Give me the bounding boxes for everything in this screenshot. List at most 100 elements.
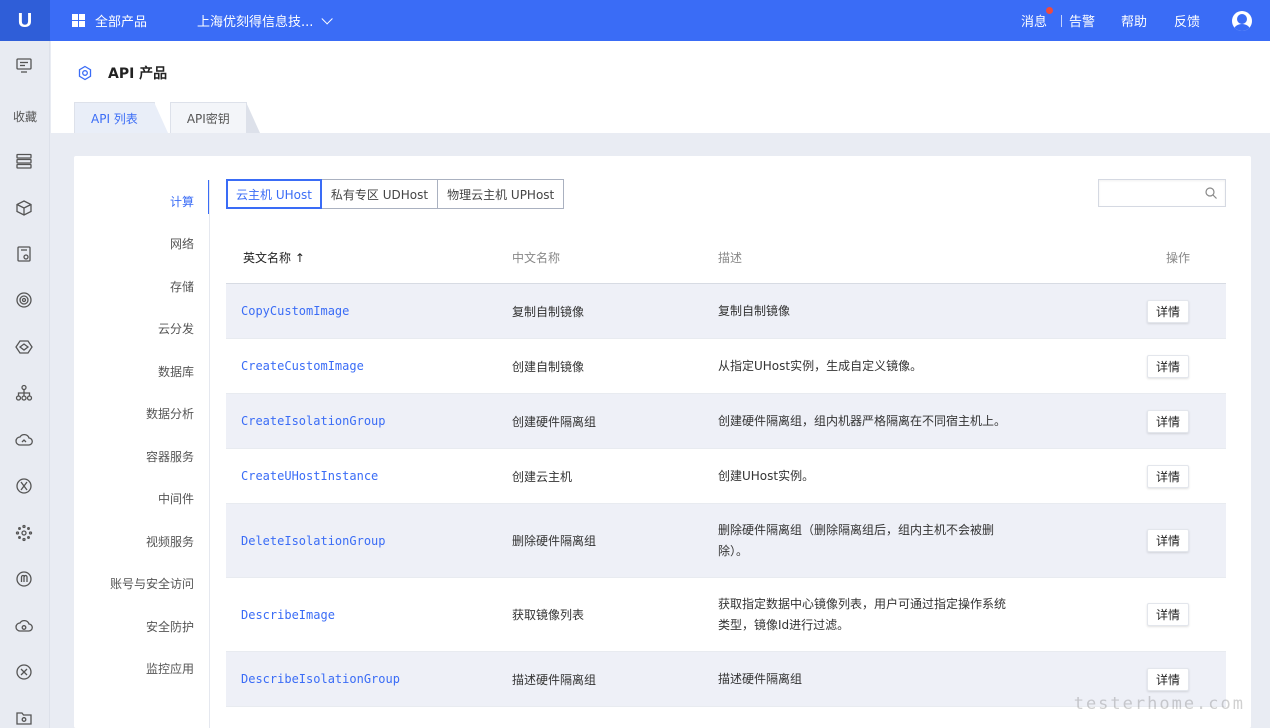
category-item[interactable]: 容器服务 — [74, 435, 210, 478]
api-cn-name: 描述硬件隔离组 — [512, 672, 597, 687]
action-cell: 详情 — [1026, 354, 1226, 378]
brand-logo[interactable]: U — [15, 10, 35, 32]
search-icon[interactable] — [1205, 187, 1217, 199]
category-item[interactable]: 监控应用 — [74, 648, 210, 691]
api-en-name-link[interactable]: DeleteIsolationGroup — [226, 534, 512, 548]
api-cn-name: 创建硬件隔离组 — [512, 414, 597, 429]
box-icon[interactable] — [15, 199, 33, 217]
category-item[interactable]: 存储 — [74, 265, 210, 308]
api-en-name-link[interactable]: CreateCustomImage — [226, 359, 512, 373]
header-cn-name: 中文名称 — [512, 251, 561, 265]
product-filters: 云主机 UHost 私有专区 UDHost 物理云主机 UPHost — [226, 179, 565, 209]
table-row: DescribeImage 获取镜像列表 获取指定数据中心镜像列表，用户可通过指定操… — [226, 578, 1226, 652]
table-row: CreateIsolationGroup 创建硬件隔离组 创建硬件隔离组，组内机器严… — [226, 394, 1226, 449]
monitor-icon[interactable] — [15, 56, 33, 74]
category-item[interactable]: 数据分析 — [74, 393, 210, 436]
cluster-icon[interactable] — [15, 524, 33, 542]
api-cn-name: 创建自制镜像 — [512, 359, 585, 374]
page-header: API 产品 API 列表 API密钥 — [51, 41, 1270, 133]
detail-button[interactable]: 详情 — [1146, 409, 1189, 433]
detail-button[interactable]: 详情 — [1146, 299, 1189, 323]
category-item[interactable]: 中间件 — [74, 478, 210, 521]
server-stack-icon[interactable] — [15, 152, 33, 170]
company-selector[interactable]: 上海优刻得信息技... — [197, 11, 334, 30]
detail-button[interactable]: 详情 — [1146, 464, 1189, 488]
company-name: 上海优刻得信息技... — [197, 15, 314, 30]
page-title: API 产品 — [108, 66, 168, 82]
filter-uhost[interactable]: 云主机 UHost — [226, 179, 322, 209]
action-cell: 详情 — [1026, 299, 1226, 323]
messages-label: 消息 — [1020, 15, 1047, 30]
category-item[interactable]: 数据库 — [74, 350, 210, 393]
grid-icon — [72, 14, 85, 27]
top-navigation-bar: U 全部产品 上海优刻得信息技... 消息 告警 帮助 反馈 — [0, 0, 1270, 41]
api-description: 描述硬件隔离组 — [718, 671, 803, 686]
search-input[interactable] — [1098, 179, 1226, 207]
category-item[interactable]: 网络 — [74, 223, 210, 266]
api-en-name-link[interactable]: CreateIsolationGroup — [226, 414, 512, 428]
favorites-label[interactable]: 收藏 — [0, 108, 50, 125]
all-products-menu[interactable]: 全部产品 — [72, 11, 147, 30]
category-item[interactable]: 云分发 — [74, 308, 210, 351]
tab-api-list[interactable]: API 列表 — [74, 102, 168, 133]
filter-udhost[interactable]: 私有专区 UDHost — [320, 179, 439, 209]
detail-button[interactable]: 详情 — [1146, 354, 1189, 378]
table-row: DeleteIsolationGroup 删除硬件隔离组 删除硬件隔离组（删除隔离组… — [226, 504, 1226, 578]
folder-icon[interactable] — [15, 709, 33, 727]
feedback-link[interactable]: 反馈 — [1174, 11, 1200, 30]
help-link[interactable]: 帮助 — [1121, 11, 1147, 30]
chevron-down-icon — [321, 12, 334, 25]
detail-button[interactable]: 详情 — [1146, 529, 1189, 552]
category-item[interactable]: 计算 — [74, 180, 210, 223]
header-action: 操作 — [1165, 251, 1190, 265]
user-avatar-icon[interactable] — [1232, 10, 1252, 31]
network-icon[interactable] — [15, 338, 33, 356]
header-desc: 描述 — [718, 251, 743, 265]
storage-icon[interactable] — [15, 245, 33, 263]
table-row: CopyCustomImage 复制自制镜像 复制自制镜像 详情 — [226, 284, 1226, 339]
table-header: 英文名称 ↑ 中文名称 描述 操作 — [226, 232, 1226, 284]
filter-uphost[interactable]: 物理云主机 UPHost — [437, 179, 565, 209]
api-en-name-link[interactable]: DescribeIsolationGroup — [226, 672, 512, 686]
middleware-icon[interactable] — [15, 477, 33, 495]
table-row: CreateUHostInstance 创建云主机 创建UHost实例。 详情 — [226, 449, 1226, 504]
target-icon[interactable] — [15, 291, 33, 309]
category-item[interactable]: 视频服务 — [74, 520, 210, 563]
header-en-name[interactable]: 英文名称 ↑ — [226, 249, 512, 266]
security-icon[interactable] — [15, 570, 33, 588]
messages-link[interactable]: 消息 — [1020, 7, 1053, 30]
divider — [1060, 14, 1062, 27]
logo-container[interactable]: U — [0, 0, 50, 41]
cloud-icon[interactable] — [15, 431, 33, 449]
category-nav: 计算 网络 存储 云分发 数据库 数据分析 容器服务 中间件 视频服务 账号与安全访问 安全防护 监控… — [74, 180, 210, 690]
detail-button[interactable]: 详情 — [1146, 667, 1189, 691]
tab-api-keys[interactable]: API密钥 — [169, 102, 260, 133]
api-cn-name: 获取镜像列表 — [512, 608, 585, 622]
api-table: 英文名称 ↑ 中文名称 描述 操作 CopyCustomImage 复制自制镜像复… — [226, 232, 1226, 707]
table-row: CreateCustomImage 创建自制镜像 从指定UHost实例，生成自定义镜… — [226, 339, 1226, 394]
api-en-name-link[interactable]: CopyCustomImage — [226, 304, 512, 318]
api-cn-name: 复制自制镜像 — [512, 304, 585, 319]
cloud-sync-icon[interactable] — [15, 617, 33, 635]
hierarchy-icon[interactable] — [15, 384, 33, 402]
action-cell: 详情 — [1026, 667, 1226, 691]
action-cell: 详情 — [1026, 464, 1226, 488]
api-description: 删除硬件隔离组（删除隔离组后，组内主机不会被删除）。 — [718, 522, 995, 558]
category-item[interactable]: 安全防护 — [74, 605, 210, 648]
api-description: 创建UHost实例。 — [718, 468, 815, 483]
detail-button[interactable]: 详情 — [1146, 603, 1189, 626]
page-tabs: API 列表 API密钥 — [74, 102, 260, 133]
alarm-link[interactable]: 告警 — [1069, 11, 1095, 30]
api-cn-name: 删除硬件隔离组 — [512, 534, 597, 548]
watermark: testerhome.com — [1073, 694, 1245, 714]
category-item[interactable]: 账号与安全访问 — [74, 563, 210, 606]
action-cell: 详情 — [1026, 603, 1226, 626]
api-description: 从指定UHost实例，生成自定义镜像。 — [718, 358, 923, 373]
top-right-links: 消息 告警 帮助 反馈 — [1021, 0, 1270, 41]
notification-dot — [1045, 7, 1053, 14]
api-cn-name: 创建云主机 — [512, 469, 573, 484]
shield-icon[interactable] — [15, 663, 33, 681]
api-en-name-link[interactable]: DescribeImage — [226, 608, 512, 622]
api-en-name-link[interactable]: CreateUHostInstance — [226, 469, 512, 483]
action-cell: 详情 — [1026, 409, 1226, 433]
